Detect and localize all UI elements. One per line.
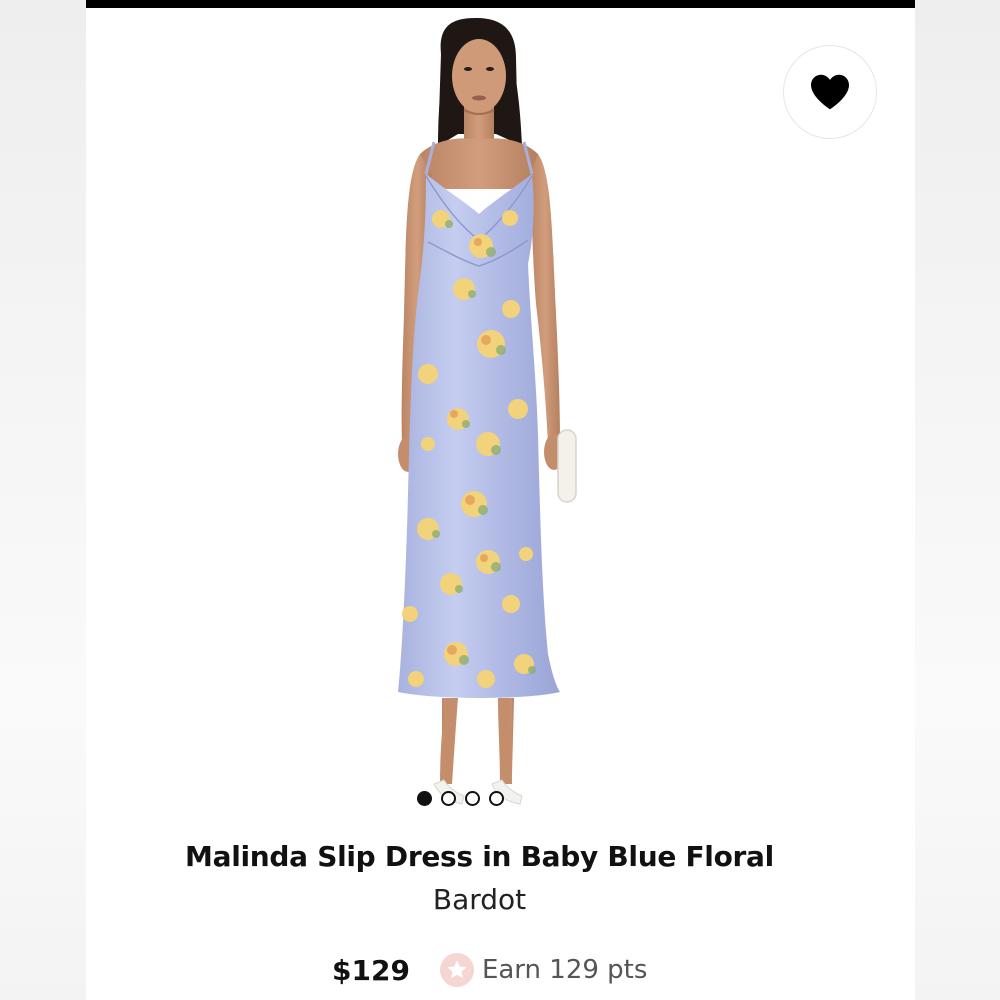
earn-points-label: Earn 129 pts: [481, 955, 648, 985]
background-left: [0, 0, 86, 1000]
product-image[interactable]: [346, 14, 646, 824]
product-price: $129: [332, 953, 410, 987]
carousel-dot-3[interactable]: [465, 791, 480, 806]
favorite-button[interactable]: [783, 45, 877, 139]
model-dress-illustration: [398, 18, 577, 805]
product-title: Malinda Slip Dress in Baby Blue Floral: [185, 840, 774, 873]
product-brand[interactable]: Bardot: [86, 883, 873, 916]
carousel-dot-2[interactable]: [441, 791, 456, 806]
heart-icon: [811, 74, 849, 110]
carousel-dot-4[interactable]: [489, 791, 504, 806]
product-screen: Malinda Slip Dress in Baby Blue Floral B…: [86, 0, 915, 1000]
price-row: $129 Earn 129 pts: [332, 953, 647, 987]
image-carousel-dots: [417, 791, 504, 806]
top-bar: [86, 0, 915, 8]
carousel-dot-1[interactable]: [417, 791, 432, 806]
star-icon: [439, 953, 474, 987]
background-right: [914, 0, 1000, 1000]
